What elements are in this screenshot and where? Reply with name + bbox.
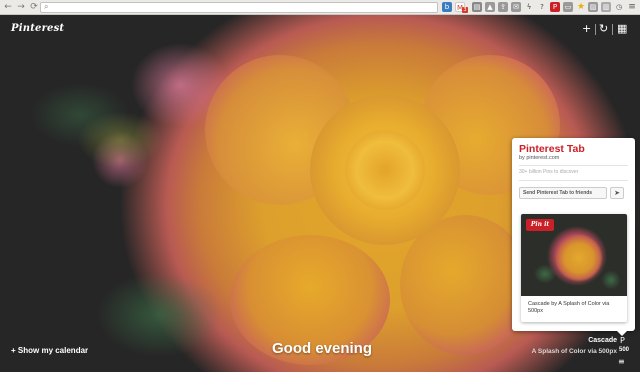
send-icon[interactable]: ➤ bbox=[610, 187, 624, 199]
send-to-friends-button[interactable]: Send Pinterest Tab to friends bbox=[519, 187, 607, 199]
header-divider bbox=[612, 24, 613, 35]
pin-caption: Cascade by A Splash of Color via 500px bbox=[528, 301, 610, 314]
apps-grid-icon[interactable]: ▦ bbox=[617, 23, 627, 35]
address-bar[interactable]: ⌕ bbox=[40, 2, 438, 13]
popup-subtitle[interactable]: by pinterest.com bbox=[519, 155, 559, 161]
popup-title: Pinterest Tab bbox=[519, 143, 585, 155]
divider bbox=[519, 180, 628, 181]
bolt-icon[interactable]: ϟ bbox=[524, 2, 534, 12]
header-divider bbox=[595, 24, 596, 35]
cast-icon[interactable]: ▭ bbox=[563, 2, 573, 12]
browser-toolbar: ← → ⟳ ⌕ b M 3 ▤ ▲ ⇪ ✉ ϟ ? P ▭ ★ ▨ ▥ ◷ ≡ bbox=[0, 0, 640, 15]
mail-icon[interactable]: ✉ bbox=[511, 2, 521, 12]
question-icon[interactable]: ? bbox=[537, 2, 547, 12]
search-icon: ⌕ bbox=[44, 2, 49, 11]
show-calendar-link[interactable]: + Show my calendar bbox=[11, 346, 88, 355]
clock-icon[interactable]: ◷ bbox=[614, 2, 624, 12]
photo-title[interactable]: Cascade bbox=[588, 337, 617, 344]
chrome-menu-icon[interactable]: ≡ bbox=[627, 2, 637, 12]
pin-it-button[interactable]: Pin it bbox=[526, 219, 554, 231]
star-icon[interactable]: ★ bbox=[576, 2, 586, 12]
pocket-icon[interactable]: ▤ bbox=[472, 2, 482, 12]
forward-arrow-icon[interactable]: → bbox=[16, 2, 26, 12]
archive-icon[interactable]: ▥ bbox=[601, 2, 611, 12]
photo-credit[interactable]: A Splash of Color via 500px bbox=[532, 348, 617, 355]
refresh-icon[interactable]: ↻ bbox=[599, 23, 608, 35]
pinterest-tab-popup: Pinterest Tab by pinterest.com 30+ billi… bbox=[512, 138, 635, 331]
menu-icon[interactable]: ≡ bbox=[618, 357, 625, 366]
thumb-up-icon[interactable]: ▲ bbox=[485, 2, 495, 12]
share-icon[interactable]: ⇪ bbox=[498, 2, 508, 12]
add-icon[interactable]: + bbox=[582, 23, 591, 35]
gmail-count-badge: 3 bbox=[462, 7, 468, 13]
popup-tagline: 30+ billion Pins to discover bbox=[519, 169, 579, 175]
divider bbox=[519, 165, 628, 166]
pinterest-p-icon[interactable]: P bbox=[620, 336, 625, 345]
pinterest-logo[interactable]: Pinterest bbox=[11, 23, 64, 34]
image-icon[interactable]: ▨ bbox=[588, 2, 598, 12]
pin-card[interactable]: Pin it Cascade by A Splash of Color via … bbox=[521, 214, 627, 322]
500px-badge[interactable]: 500 bbox=[619, 347, 629, 353]
pinterest-ext-icon[interactable]: P bbox=[550, 2, 560, 12]
greeting-text: Good evening bbox=[272, 340, 373, 357]
bitly-icon[interactable]: b bbox=[442, 2, 452, 12]
back-arrow-icon[interactable]: ← bbox=[3, 2, 13, 12]
reload-icon[interactable]: ⟳ bbox=[29, 2, 39, 12]
